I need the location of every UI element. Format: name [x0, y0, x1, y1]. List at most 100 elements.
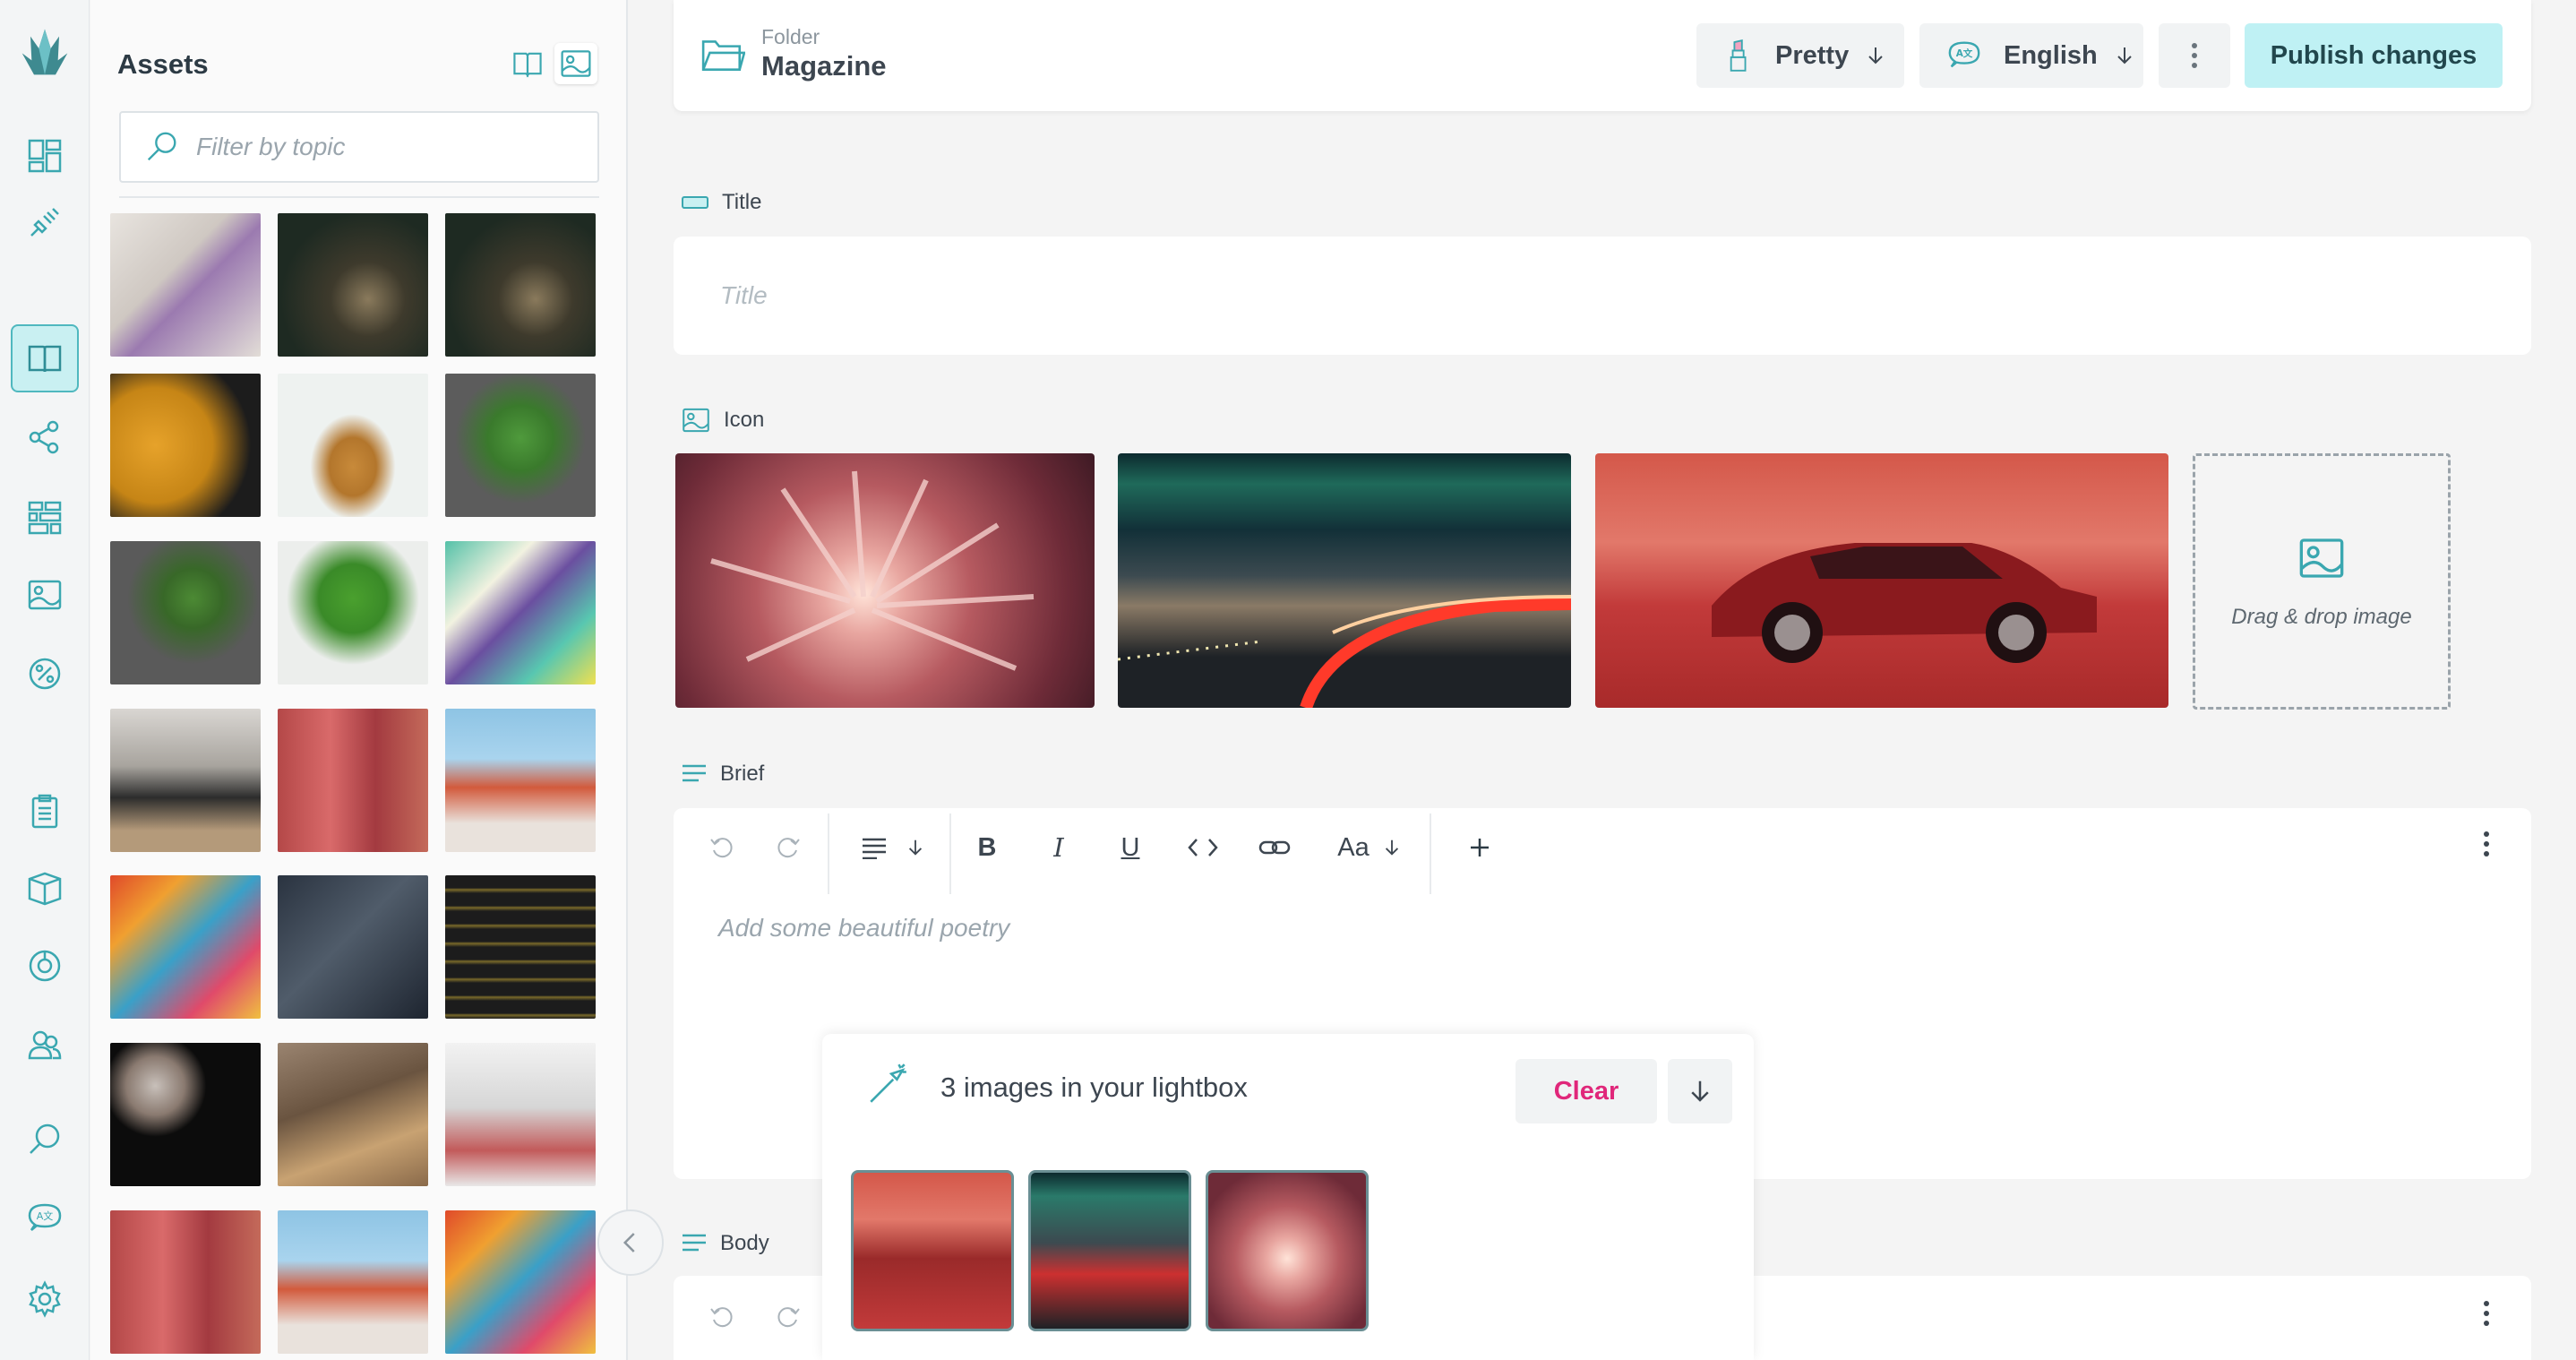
title-field-label: Title — [681, 190, 761, 215]
asset-thumbnail[interactable] — [110, 709, 261, 852]
asset-thumbnail[interactable] — [110, 875, 261, 1019]
paragraph-icon — [683, 764, 706, 782]
lightbox-collapse-button[interactable] — [1668, 1059, 1732, 1123]
lightbox-image-road[interactable] — [1028, 1170, 1191, 1331]
asset-thumbnail[interactable] — [278, 541, 428, 684]
blocks-icon[interactable] — [11, 484, 79, 552]
translate-icon: A文 — [1948, 41, 1980, 68]
asset-thumbnail[interactable] — [110, 1043, 261, 1186]
image-view-icon[interactable] — [554, 43, 597, 84]
kebab-icon — [2192, 43, 2197, 68]
editor-header: Folder Magazine Pretty A文 English Publis… — [674, 0, 2531, 111]
brief-field-label: Brief — [681, 762, 764, 787]
dropzone-label: Drag & drop image — [2231, 605, 2412, 629]
kebab-icon — [2484, 1301, 2489, 1326]
share-icon[interactable] — [11, 403, 79, 471]
toolbar-separator — [1430, 813, 1431, 894]
underline-button[interactable]: U — [1111, 824, 1150, 871]
image-icon[interactable] — [11, 561, 79, 629]
folder-icon — [701, 40, 745, 71]
asset-thumbnail[interactable] — [278, 1043, 428, 1186]
more-options-button[interactable] — [2159, 23, 2230, 88]
plug-icon[interactable] — [11, 188, 79, 256]
nav-rail: A文 — [0, 0, 90, 1360]
asset-thumbnail[interactable] — [445, 1043, 596, 1186]
brief-placeholder: Add some beautiful poetry — [718, 914, 1010, 942]
asset-thumbnail[interactable] — [445, 1210, 596, 1354]
filter-input[interactable]: Filter by topic — [119, 111, 599, 183]
asset-thumbnail[interactable] — [278, 875, 428, 1019]
translate-icon[interactable]: A文 — [11, 1184, 79, 1252]
arrow-down-icon — [1691, 1080, 1709, 1102]
lipstick-icon — [1730, 39, 1747, 72]
pretty-label: Pretty — [1775, 40, 1850, 70]
asset-thumbnail[interactable] — [110, 374, 261, 517]
bold-button[interactable]: B — [967, 824, 1007, 871]
asset-thumbnail[interactable] — [278, 374, 428, 517]
link-button[interactable] — [1252, 824, 1297, 871]
icon-image-car[interactable] — [1595, 453, 2168, 708]
book-view-icon[interactable] — [506, 43, 549, 84]
image-icon — [2299, 538, 2344, 578]
asset-thumbnail[interactable] — [445, 541, 596, 684]
lightbox-title: 3 images in your lightbox — [940, 1072, 1248, 1103]
body-more-button[interactable] — [2469, 1290, 2504, 1337]
icon-image-abstract[interactable] — [675, 453, 1095, 708]
book-icon[interactable] — [11, 324, 79, 392]
asset-thumbnail[interactable] — [278, 1210, 428, 1354]
arrow-down-icon — [2117, 47, 2132, 65]
image-dropzone[interactable]: Drag & drop image — [2193, 453, 2451, 710]
paragraph-icon — [683, 1234, 706, 1252]
asset-thumbnail[interactable] — [110, 541, 261, 684]
publish-button[interactable]: Publish changes — [2245, 23, 2503, 88]
collapse-panel-button[interactable] — [597, 1209, 664, 1276]
icon-image-road[interactable] — [1118, 453, 1571, 708]
body-redo-button[interactable] — [769, 1294, 808, 1340]
svg-text:A文: A文 — [1956, 47, 1973, 59]
users-icon[interactable] — [11, 1011, 79, 1079]
title-input[interactable]: Title — [674, 237, 2531, 355]
pretty-dropdown[interactable]: Pretty — [1696, 23, 1904, 88]
font-size-dropdown[interactable]: Aa — [1329, 824, 1410, 871]
folder-label: Folder — [761, 25, 820, 48]
logo-icon[interactable] — [11, 18, 79, 86]
lightbox-image-car[interactable] — [851, 1170, 1014, 1331]
brief-more-button[interactable] — [2469, 821, 2504, 867]
search-icon[interactable] — [11, 1106, 79, 1174]
asset-thumbnail[interactable] — [445, 875, 596, 1019]
asset-thumbnail[interactable] — [278, 709, 428, 852]
redo-button[interactable] — [769, 824, 808, 871]
asset-thumbnail[interactable] — [278, 213, 428, 357]
language-label: English — [2004, 40, 2098, 70]
clipboard-icon[interactable] — [11, 778, 79, 846]
language-dropdown[interactable]: A文 English — [1919, 23, 2143, 88]
asset-thumbnail[interactable] — [445, 374, 596, 517]
undo-icon — [710, 838, 733, 858]
align-dropdown[interactable] — [853, 824, 933, 871]
clear-lightbox-button[interactable]: Clear — [1516, 1059, 1657, 1123]
undo-icon — [710, 1307, 733, 1328]
body-undo-button[interactable] — [702, 1294, 742, 1340]
asset-thumbnail[interactable] — [110, 213, 261, 357]
toolbar-separator — [828, 813, 829, 894]
italic-button[interactable]: I — [1039, 824, 1078, 871]
asset-thumbnail[interactable] — [445, 213, 596, 357]
assets-title: Assets — [117, 48, 209, 80]
lightbox-image-abstract[interactable] — [1206, 1170, 1369, 1331]
redo-icon — [777, 1307, 800, 1328]
code-button[interactable] — [1181, 824, 1225, 871]
cube-icon[interactable] — [11, 855, 79, 923]
asset-thumbnail[interactable] — [445, 709, 596, 852]
divider — [119, 196, 599, 198]
asset-thumbnail[interactable] — [110, 1210, 261, 1354]
chart-pie-icon[interactable] — [11, 932, 79, 1000]
undo-button[interactable] — [702, 824, 742, 871]
body-field-label: Body — [681, 1231, 769, 1256]
gear-icon[interactable] — [11, 1265, 79, 1333]
dashboard-icon[interactable] — [11, 122, 79, 190]
percent-icon[interactable] — [11, 640, 79, 708]
insert-button[interactable] — [1460, 824, 1499, 871]
svg-text:A文: A文 — [37, 1209, 54, 1222]
search-icon — [147, 132, 176, 161]
align-left-icon — [863, 838, 886, 859]
